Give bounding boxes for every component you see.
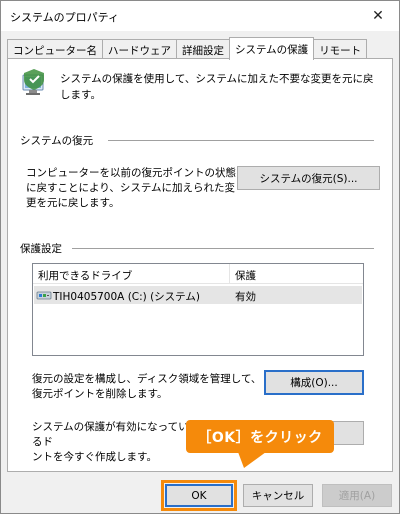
system-properties-window: システムのプロパティ ✕ コンピューター名 ハードウェア 詳細設定 システムの保… (0, 0, 400, 514)
column-header-protection[interactable]: 保護 (235, 268, 256, 283)
tab-system-protection[interactable]: システムの保護 (229, 37, 315, 60)
create-description-line1: システムの保護が有効になっているド (32, 421, 189, 448)
tab-remote[interactable]: リモート (313, 39, 368, 59)
drive-list[interactable]: 利用できるドライブ 保護 TIH0405700A (C:) (システム) 有効 (32, 263, 364, 356)
create-description: システムの保護が有効になっているド ントを今すぐ作成します。 (32, 420, 192, 465)
apply-button[interactable]: 適用(A) (322, 484, 392, 507)
intro-text: システムの保護を使用して、システムに加えた不要な変更を元に戻します。 (60, 73, 374, 101)
create-description-line2: ントを今すぐ作成します。 (32, 451, 157, 463)
cancel-button[interactable]: キャンセル (243, 484, 313, 507)
column-separator (229, 264, 230, 284)
callout-pointer (238, 452, 266, 468)
configure-description: 復元の設定を構成し、ディスク領域を管理して、復元ポイントを削除します。 (32, 373, 262, 400)
protection-status: 有効 (235, 291, 256, 303)
drive-icon (36, 291, 52, 300)
close-button[interactable]: ✕ (357, 1, 399, 31)
window-title: システムのプロパティ (10, 11, 120, 24)
system-restore-button[interactable]: システムの復元(S)... (237, 166, 380, 190)
tab-strip: コンピューター名 ハードウェア 詳細設定 システムの保護 リモート (7, 37, 368, 60)
restore-description: コンピューターを以前の復元ポイントの状態に戻すことにより、システムに加えられた変… (26, 167, 236, 209)
tab-hardware[interactable]: ハードウェア (102, 39, 177, 59)
tab-advanced[interactable]: 詳細設定 (176, 39, 230, 59)
table-row[interactable]: TIH0405700A (C:) (システム) 有効 (34, 286, 362, 304)
tab-computer-name[interactable]: コンピューター名 (7, 39, 103, 59)
column-header-drive[interactable]: 利用できるドライブ (38, 268, 132, 283)
restore-divider (108, 140, 374, 141)
close-icon: ✕ (372, 8, 384, 24)
instruction-callout: ［OK］をクリック (186, 420, 334, 453)
protection-divider (72, 248, 374, 249)
title-bar: システムのプロパティ ✕ (1, 1, 399, 31)
drive-list-header: 利用できるドライブ 保護 (33, 264, 363, 284)
system-protection-shield-icon (22, 69, 44, 95)
drive-name: TIH0405700A (C:) (システム) (53, 291, 200, 303)
protection-heading: 保護設定 (20, 243, 62, 255)
restore-heading: システムの復元 (20, 135, 94, 147)
ok-button[interactable]: OK (165, 484, 233, 507)
configure-button[interactable]: 構成(O)... (264, 370, 364, 395)
